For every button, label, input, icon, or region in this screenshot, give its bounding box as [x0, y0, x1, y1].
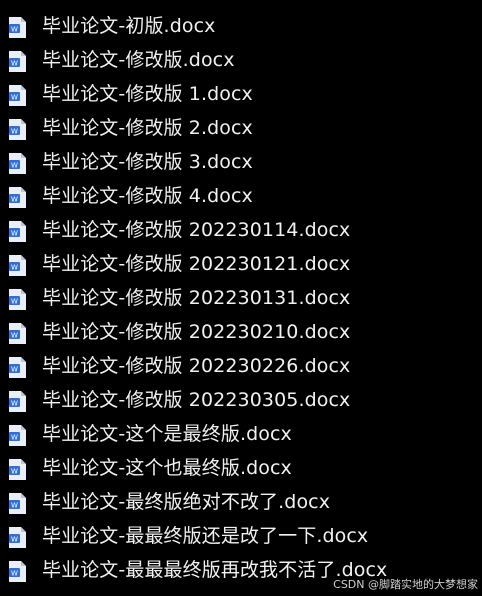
- word-document-icon: W: [8, 560, 27, 583]
- file-row[interactable]: W 毕业论文-修改版 202230305.docx: [0, 384, 482, 418]
- word-document-icon: W: [8, 254, 27, 277]
- svg-text:W: W: [11, 536, 18, 544]
- svg-text:W: W: [11, 94, 18, 102]
- word-document-icon: W: [8, 526, 27, 549]
- file-row[interactable]: W 毕业论文-修改版 202230210.docx: [0, 316, 482, 350]
- file-list: W 毕业论文-初版.docx W 毕业论文-修改版.docx W 毕业论文-修改…: [0, 10, 482, 588]
- svg-text:W: W: [11, 298, 18, 306]
- file-row[interactable]: W 毕业论文-修改版 202230121.docx: [0, 248, 482, 282]
- file-row[interactable]: W 毕业论文-修改版 202230114.docx: [0, 214, 482, 248]
- file-row[interactable]: W 毕业论文-最最终版还是改了一下.docx: [0, 520, 482, 554]
- svg-text:W: W: [11, 332, 18, 340]
- svg-text:W: W: [11, 60, 18, 68]
- word-document-icon: W: [8, 458, 27, 481]
- svg-text:W: W: [11, 570, 18, 578]
- file-name: 毕业论文-这个是最终版.docx: [42, 423, 292, 445]
- svg-text:W: W: [11, 162, 18, 170]
- file-row[interactable]: W 毕业论文-修改版 4.docx: [0, 180, 482, 214]
- word-document-icon: W: [8, 152, 27, 175]
- file-name: 毕业论文-最终版绝对不改了.docx: [42, 491, 331, 513]
- word-document-icon: W: [8, 84, 27, 107]
- file-row[interactable]: W 毕业论文-最终版绝对不改了.docx: [0, 486, 482, 520]
- file-name: 毕业论文-修改版 4.docx: [42, 185, 253, 207]
- file-name: 毕业论文-修改版 2.docx: [42, 117, 253, 139]
- word-document-icon: W: [8, 424, 27, 447]
- file-row[interactable]: W 毕业论文-修改版 2.docx: [0, 112, 482, 146]
- word-document-icon: W: [8, 322, 27, 345]
- svg-text:W: W: [11, 400, 18, 408]
- file-name: 毕业论文-修改版 202230305.docx: [42, 389, 351, 411]
- word-document-icon: W: [8, 186, 27, 209]
- file-name: 毕业论文-修改版 202230131.docx: [42, 287, 351, 309]
- file-name: 毕业论文-修改版 1.docx: [42, 83, 253, 105]
- file-name: 毕业论文-修改版 202230121.docx: [42, 253, 351, 275]
- word-document-icon: W: [8, 16, 27, 39]
- file-row[interactable]: W 毕业论文-初版.docx: [0, 10, 482, 44]
- word-document-icon: W: [8, 492, 27, 515]
- file-name: 毕业论文-这个也最终版.docx: [42, 457, 292, 479]
- file-row[interactable]: W 毕业论文-修改版 202230131.docx: [0, 282, 482, 316]
- file-name: 毕业论文-最最终版还是改了一下.docx: [42, 525, 369, 547]
- svg-text:W: W: [11, 26, 18, 34]
- word-document-icon: W: [8, 50, 27, 73]
- svg-text:W: W: [11, 502, 18, 510]
- file-name: 毕业论文-修改版.docx: [42, 49, 235, 71]
- file-row[interactable]: W 毕业论文-修改版 1.docx: [0, 78, 482, 112]
- svg-text:W: W: [11, 264, 18, 272]
- file-name: 毕业论文-修改版 202230226.docx: [42, 355, 351, 377]
- word-document-icon: W: [8, 288, 27, 311]
- file-row[interactable]: W 毕业论文-修改版 3.docx: [0, 146, 482, 180]
- svg-text:W: W: [11, 366, 18, 374]
- word-document-icon: W: [8, 220, 27, 243]
- word-document-icon: W: [8, 356, 27, 379]
- file-row[interactable]: W 毕业论文-修改版 202230226.docx: [0, 350, 482, 384]
- file-row[interactable]: W 毕业论文-这个也最终版.docx: [0, 452, 482, 486]
- word-document-icon: W: [8, 118, 27, 141]
- watermark: CSDN @脚踏实地的大梦想家: [333, 578, 478, 591]
- svg-text:W: W: [11, 230, 18, 238]
- file-name: 毕业论文-修改版 202230114.docx: [42, 219, 351, 241]
- svg-text:W: W: [11, 434, 18, 442]
- word-document-icon: W: [8, 390, 27, 413]
- file-row[interactable]: W 毕业论文-这个是最终版.docx: [0, 418, 482, 452]
- svg-text:W: W: [11, 196, 18, 204]
- svg-text:W: W: [11, 468, 18, 476]
- file-row[interactable]: W 毕业论文-修改版.docx: [0, 44, 482, 78]
- svg-text:W: W: [11, 128, 18, 136]
- file-name: 毕业论文-初版.docx: [42, 15, 216, 37]
- file-name: 毕业论文-修改版 3.docx: [42, 151, 253, 173]
- file-name: 毕业论文-修改版 202230210.docx: [42, 321, 351, 343]
